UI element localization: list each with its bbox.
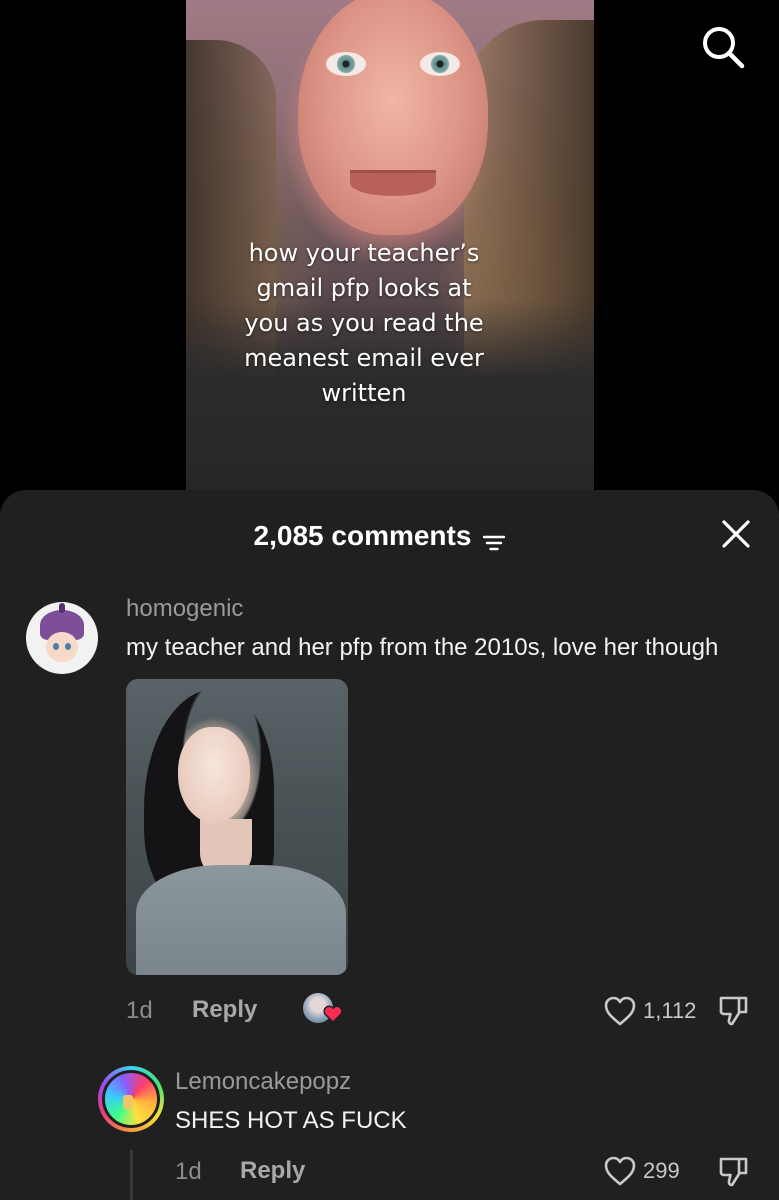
image-shirt: [136, 865, 346, 975]
creator-liked-badge: [303, 993, 345, 1025]
avatar-head: [46, 632, 78, 662]
comment-text: SHES HOT AS FUCK: [175, 1107, 407, 1134]
avatar[interactable]: [98, 1066, 164, 1132]
heart-icon: [604, 1156, 636, 1186]
comments-sheet: 2,085 comments homogenic my teacher and: [0, 490, 779, 1200]
caption-line: gmail pfp looks at: [256, 274, 472, 302]
caption-line: meanest email ever: [244, 344, 484, 372]
dislike-button[interactable]: [717, 1154, 751, 1188]
comments-title: 2,085 comments: [0, 520, 779, 552]
avatar-image: [102, 1070, 160, 1128]
video-mouth: [350, 170, 436, 196]
thumbs-down-icon: [719, 996, 748, 1026]
video-eye-right: [420, 52, 460, 76]
close-button[interactable]: [720, 518, 752, 550]
comment-text: my teacher and her pfp from the 2010s, l…: [126, 634, 719, 661]
video-face: [298, 0, 488, 235]
reply-button[interactable]: Reply: [240, 1157, 305, 1185]
like-button[interactable]: 1,112: [603, 995, 696, 1027]
comment-image[interactable]: [126, 679, 348, 975]
like-count: 299: [643, 1158, 680, 1183]
thumbs-down-icon: [719, 1157, 748, 1187]
caption-line: written: [321, 379, 407, 407]
like-button[interactable]: 299: [603, 1155, 680, 1187]
reply-button[interactable]: Reply: [192, 996, 257, 1024]
video-caption: how your teacher’s gmail pfp looks at yo…: [216, 236, 512, 411]
comment-username[interactable]: homogenic: [126, 595, 243, 623]
caption-line: how your teacher’s: [248, 239, 480, 267]
thread-line: [130, 1150, 133, 1200]
heart-icon: [604, 996, 636, 1026]
heart-icon: [323, 1005, 343, 1023]
like-count: 1,112: [643, 998, 697, 1023]
close-icon: [722, 520, 750, 548]
sort-icon[interactable]: [483, 527, 506, 551]
image-face: [178, 727, 250, 823]
dislike-button[interactable]: [717, 993, 751, 1027]
search-icon: [703, 27, 745, 69]
comment-time: 1d: [175, 1158, 202, 1185]
video-player[interactable]: how your teacher’s gmail pfp looks at yo…: [0, 0, 779, 500]
caption-line: you as you read the: [244, 309, 484, 337]
comment-username[interactable]: Lemoncakepopz: [175, 1068, 351, 1096]
comments-header: 2,085 comments: [0, 490, 779, 580]
video-eye-left: [326, 52, 366, 76]
avatar[interactable]: [26, 602, 98, 674]
search-button[interactable]: [698, 22, 748, 72]
comment-time: 1d: [126, 997, 153, 1024]
comment-count: 2,085 comments: [253, 520, 472, 551]
